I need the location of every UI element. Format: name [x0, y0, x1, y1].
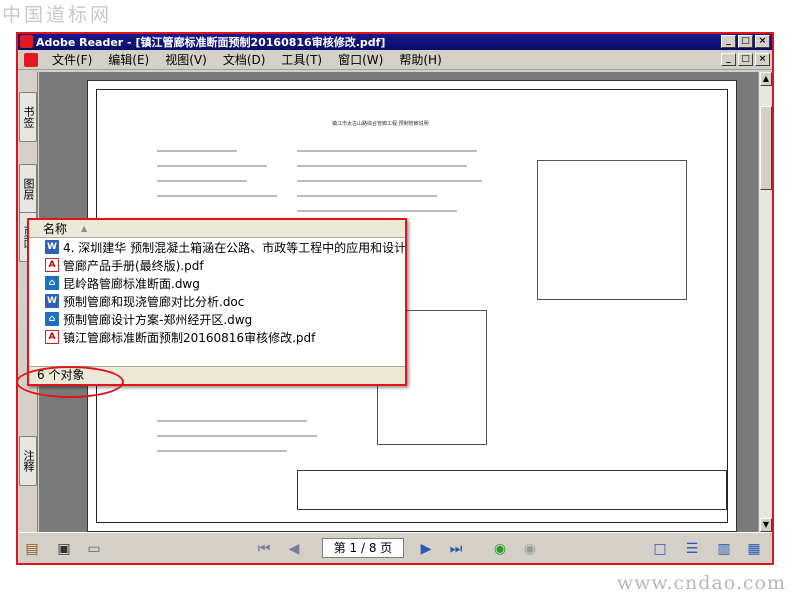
- doc-minimize-button[interactable]: _: [721, 53, 736, 66]
- previous-page-button[interactable]: ◀: [284, 539, 304, 559]
- menu-window[interactable]: 窗口(W): [330, 51, 391, 68]
- first-page-button[interactable]: ⏮: [254, 539, 274, 559]
- tab-layers[interactable]: 图层: [19, 164, 37, 214]
- menu-tools[interactable]: 工具(T): [273, 51, 330, 68]
- menu-edit[interactable]: 编辑(E): [100, 51, 157, 68]
- list-item[interactable]: A 镇江管廊标准断面预制20160816审核修改.pdf: [29, 328, 405, 346]
- minimize-button[interactable]: _: [721, 35, 736, 48]
- watermark-top: 中国道标网: [2, 4, 113, 26]
- tab-bookmarks[interactable]: 书签: [19, 92, 37, 142]
- document-controls: _ □ ×: [721, 53, 770, 66]
- pdf-document-icon[interactable]: [24, 52, 38, 67]
- vertical-scrollbar[interactable]: ▲ ▼: [758, 72, 772, 532]
- list-item[interactable]: W 4. 深圳建华 预制混凝土箱涵在公路、市政等工程中的应用和设计: [29, 238, 405, 256]
- forward-button[interactable]: ◉: [520, 539, 540, 559]
- close-button[interactable]: ×: [755, 35, 770, 48]
- pdf-icon: A: [45, 330, 59, 344]
- word-doc-icon: W: [45, 294, 59, 308]
- status-bar: ▤ ▣ ▭ ⏮ ◀ 第 1 / 8 页 ▶ ⏭ ◉ ◉ □ ☰ ▥ ▦: [18, 532, 772, 563]
- menu-help[interactable]: 帮助(H): [391, 51, 449, 68]
- dwg-icon: ⌂: [45, 312, 59, 326]
- menu-bar: 文件(F) 编辑(E) 视图(V) 文档(D) 工具(T) 窗口(W) 帮助(H…: [18, 50, 772, 70]
- parameter-table: [537, 160, 687, 300]
- list-item[interactable]: A 管廊产品手册(最终版).pdf: [29, 256, 405, 274]
- watermark-bottom: www.cndao.com: [616, 572, 786, 594]
- scroll-thumb[interactable]: [760, 106, 772, 190]
- column-header-name[interactable]: 名称 ▲: [29, 220, 405, 238]
- scroll-up-arrow[interactable]: ▲: [760, 72, 772, 86]
- back-button[interactable]: ◉: [490, 539, 510, 559]
- scroll-down-arrow[interactable]: ▼: [760, 518, 772, 532]
- last-page-button[interactable]: ⏭: [446, 539, 466, 559]
- list-item[interactable]: ⌂ 昆岭路管廊标准断面.dwg: [29, 274, 405, 292]
- document-heading: 镇江市太古山路综合管廊工程 预制管廊说明: [332, 121, 429, 127]
- word-doc-icon: W: [45, 240, 59, 254]
- continuous-facing-icon[interactable]: ▦: [744, 539, 764, 559]
- facing-icon[interactable]: ▥: [714, 539, 734, 559]
- highlight-callout: [16, 366, 124, 398]
- title-bar[interactable]: Adobe Reader - [镇江管廊标准断面预制20160816审核修改.p…: [18, 34, 772, 50]
- list-item[interactable]: ⌂ 预制管廊设计方案-郑州经开区.dwg: [29, 310, 405, 328]
- doc-close-button[interactable]: ×: [755, 53, 770, 66]
- menu-file[interactable]: 文件(F): [44, 51, 100, 68]
- sort-arrow-icon: ▲: [81, 224, 88, 233]
- menu-view[interactable]: 视图(V): [157, 51, 215, 68]
- list-item[interactable]: W 预制管廊和现浇管廊对比分析.doc: [29, 292, 405, 310]
- adobe-reader-icon: [20, 35, 33, 48]
- pdf-icon: A: [45, 258, 59, 272]
- maximize-button[interactable]: □: [738, 35, 753, 48]
- single-page-icon[interactable]: □: [650, 539, 670, 559]
- continuous-icon[interactable]: ☰: [682, 539, 702, 559]
- next-page-button[interactable]: ▶: [416, 539, 436, 559]
- attachment-icon[interactable]: ▤: [22, 539, 42, 559]
- dwg-icon: ⌂: [45, 276, 59, 290]
- page-number-field[interactable]: 第 1 / 8 页: [322, 538, 404, 558]
- screen-icon[interactable]: ▣: [54, 539, 74, 559]
- tab-comments[interactable]: 注释: [19, 436, 37, 486]
- window-controls: _ □ ×: [721, 35, 770, 48]
- window-title: Adobe Reader - [镇江管廊标准断面预制20160816审核修改.p…: [36, 36, 386, 49]
- menu-document[interactable]: 文档(D): [215, 51, 274, 68]
- print-icon[interactable]: ▭: [84, 539, 104, 559]
- doc-restore-button[interactable]: □: [738, 53, 753, 66]
- file-list-popup: 名称 ▲ W 4. 深圳建华 预制混凝土箱涵在公路、市政等工程中的应用和设计 A…: [27, 218, 407, 386]
- title-block: [297, 470, 727, 510]
